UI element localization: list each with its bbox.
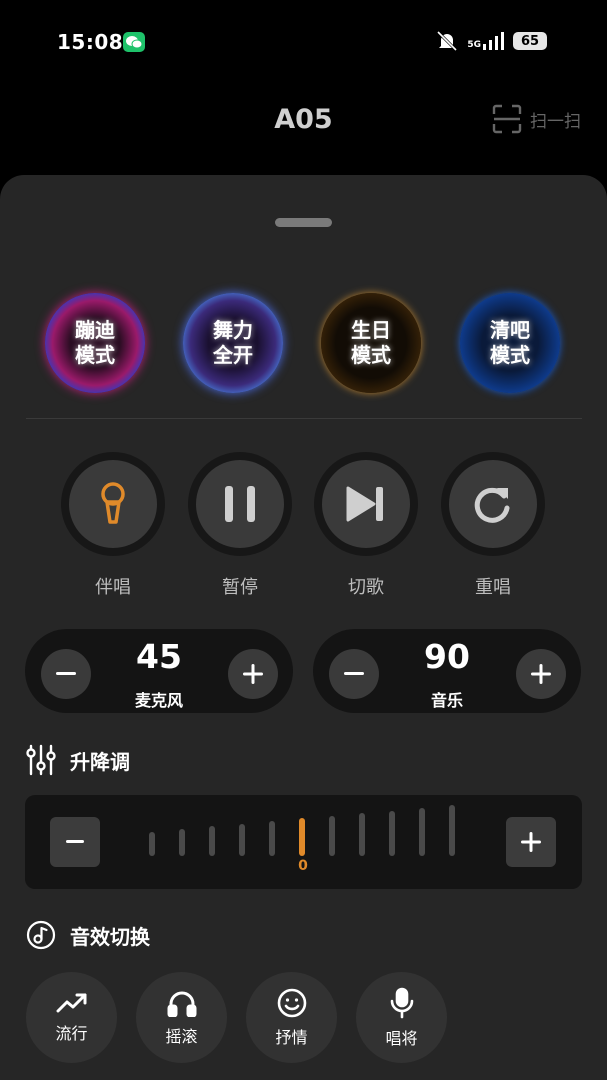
replay-icon xyxy=(474,487,510,523)
network-type: 5G xyxy=(467,40,481,50)
resing-label: 重唱 xyxy=(475,577,511,598)
effect-label: 唱将 xyxy=(385,1028,418,1048)
signal-icon: 5G xyxy=(467,32,505,50)
skip-next-icon xyxy=(346,486,383,522)
pitch-tick[interactable] xyxy=(419,808,425,856)
pitch-up-button[interactable] xyxy=(506,817,556,867)
pitch-tick[interactable] xyxy=(359,813,365,856)
effects-header: 音效切换 xyxy=(26,920,150,950)
pause-label: 暂停 xyxy=(222,577,258,598)
skip-song-label: 切歌 xyxy=(348,577,384,598)
scan-label: 扫一扫 xyxy=(530,111,581,132)
effect-rock-button[interactable]: 摇滚 xyxy=(136,972,227,1063)
effect-label: 流行 xyxy=(55,1023,88,1043)
effects-title: 音效切换 xyxy=(70,924,150,949)
drag-handle[interactable] xyxy=(275,218,332,227)
pitch-tick[interactable] xyxy=(449,805,455,856)
effect-star-singer-button[interactable]: 唱将 xyxy=(356,972,447,1063)
scan-icon xyxy=(492,104,522,134)
pitch-tick[interactable] xyxy=(239,824,245,856)
music-note-icon xyxy=(26,920,56,950)
pitch-tick[interactable] xyxy=(149,832,155,856)
mode-dance[interactable]: 舞力 全开 xyxy=(183,293,283,393)
mute-bell-icon xyxy=(437,30,458,52)
skip-song-button[interactable] xyxy=(314,452,418,556)
mode-label: 生日 模式 xyxy=(351,318,391,367)
resing-button[interactable] xyxy=(441,452,545,556)
minus-icon xyxy=(66,840,84,843)
pitch-down-button[interactable] xyxy=(50,817,100,867)
scan-button[interactable]: 扫一扫 xyxy=(492,104,581,134)
mode-label: 蹦迪 模式 xyxy=(75,318,115,367)
pitch-tick-current[interactable] xyxy=(299,818,305,856)
pitch-control xyxy=(25,795,582,889)
status-indicators: 5G 65 xyxy=(435,30,547,52)
mode-disco[interactable]: 蹦迪 模式 xyxy=(45,293,145,393)
plus-icon xyxy=(521,832,541,852)
mode-birthday[interactable]: 生日 模式 xyxy=(321,293,421,393)
mic-volume-up-button[interactable] xyxy=(228,649,278,699)
mode-label: 舞力 全开 xyxy=(213,318,253,367)
effect-ballad-button[interactable]: 抒情 xyxy=(246,972,337,1063)
microphone-icon xyxy=(101,482,125,524)
trend-icon xyxy=(56,993,86,1012)
equalizer-icon xyxy=(26,744,56,776)
divider xyxy=(26,418,582,419)
pitch-tick[interactable] xyxy=(179,829,185,856)
effect-pop-button[interactable]: 流行 xyxy=(26,972,117,1063)
mode-bar[interactable]: 清吧 模式 xyxy=(460,293,560,393)
accompany-label: 伴唱 xyxy=(95,577,131,598)
music-volume-up-button[interactable] xyxy=(516,649,566,699)
pitch-tick[interactable] xyxy=(269,821,275,856)
pause-button[interactable] xyxy=(188,452,292,556)
mode-label: 清吧 模式 xyxy=(490,318,530,367)
pause-icon xyxy=(225,486,255,522)
pitch-value: 0 xyxy=(298,858,308,874)
accompany-button[interactable] xyxy=(61,452,165,556)
mic-volume-control: 45 麦克风 xyxy=(25,629,293,713)
pitch-header: 升降调 xyxy=(26,744,130,776)
plus-icon xyxy=(531,664,551,684)
effect-label: 摇滚 xyxy=(165,1026,198,1046)
plus-icon xyxy=(243,664,263,684)
battery-indicator: 65 xyxy=(513,32,547,50)
headphones-icon xyxy=(167,991,196,1017)
wechat-icon xyxy=(123,32,145,52)
pitch-tick[interactable] xyxy=(389,811,395,856)
status-time: 15:08 xyxy=(57,30,124,54)
smile-icon xyxy=(277,988,306,1017)
music-volume-control: 90 音乐 xyxy=(313,629,581,713)
microphone-icon xyxy=(390,987,413,1018)
pitch-title: 升降调 xyxy=(70,749,130,774)
pitch-tick[interactable] xyxy=(209,826,215,856)
effect-label: 抒情 xyxy=(275,1027,308,1047)
pitch-tick[interactable] xyxy=(329,816,335,856)
